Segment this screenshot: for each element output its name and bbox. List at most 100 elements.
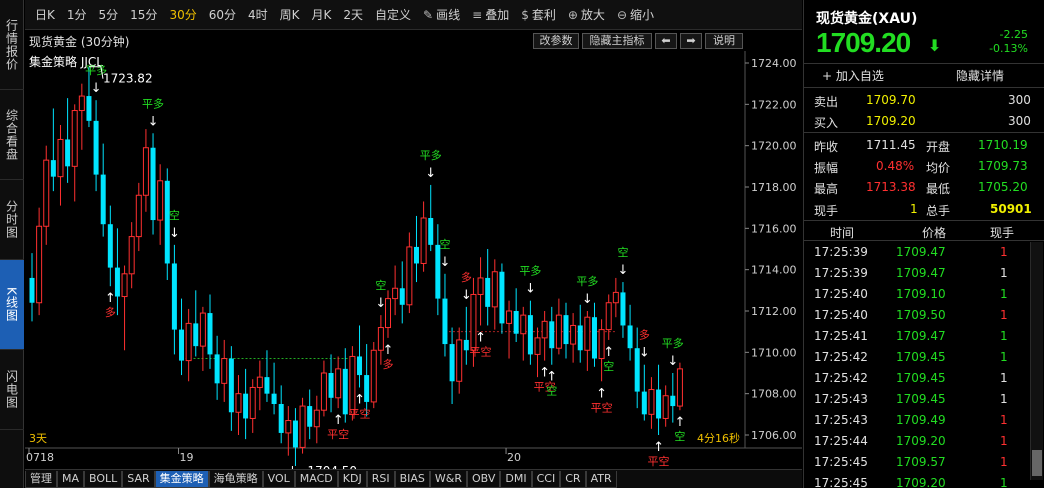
signal-label: 多	[639, 328, 650, 342]
ind-tab-sar[interactable]: SAR	[122, 470, 155, 488]
total-vol-label: 总手	[926, 204, 951, 218]
ind-tab-cr[interactable]: CR	[560, 470, 586, 488]
ind-tab-manage[interactable]: 管理	[25, 470, 57, 488]
y-tick-label: 1708.00	[751, 388, 797, 401]
tab-kline[interactable]: K线图	[0, 260, 24, 350]
ind-tab-rsi[interactable]: RSI	[366, 470, 395, 488]
candle-body	[142, 147, 149, 196]
scroll-left-button[interactable]: ⬅	[655, 33, 677, 49]
candle-body	[121, 273, 128, 298]
candle-body	[150, 147, 156, 221]
y-tick-label: 1710.00	[751, 346, 797, 359]
countdown-label: 4分16秒	[697, 432, 740, 445]
signal-label: 平多	[420, 148, 442, 162]
period-1min[interactable]: 1分	[67, 6, 87, 23]
candle-body	[491, 271, 498, 308]
candle-body	[605, 302, 612, 331]
candle-body	[285, 420, 292, 434]
candle-body	[278, 404, 284, 433]
period-4hour[interactable]: 4时	[248, 6, 268, 23]
ind-tab-jjcl[interactable]: 集金策略	[154, 470, 209, 488]
period-custom[interactable]: 自定义	[375, 6, 411, 23]
candle-body	[193, 323, 199, 347]
tick-row: 17:25:41 1709.47 1	[804, 326, 1044, 346]
period-15min[interactable]: 15分	[130, 6, 157, 23]
signal-arrow: ↓	[618, 263, 629, 278]
high-value: 1713.38	[866, 180, 916, 194]
hide-details-button[interactable]: 隐藏详情	[956, 67, 1004, 84]
tick-price: 1709.45	[896, 371, 946, 385]
ticks-vol-header: 现手	[990, 226, 1015, 240]
ind-tab-boll[interactable]: BOLL	[84, 470, 123, 488]
candle-body	[71, 110, 78, 167]
period-week[interactable]: 周K	[280, 6, 300, 23]
ind-tab-turtle[interactable]: 海龟策略	[208, 470, 263, 488]
candle-body	[406, 246, 413, 306]
tick-volume: 1	[1000, 392, 1008, 406]
zoom-in-button[interactable]: ⊕ 放大	[568, 6, 605, 23]
candle-body	[541, 320, 548, 339]
signal-label: 空	[546, 384, 557, 398]
candle-body	[648, 389, 655, 415]
draw-line-button[interactable]: ✎ 画线	[423, 6, 460, 23]
ind-tab-dmi[interactable]: DMI	[500, 470, 532, 488]
ind-tab-macd[interactable]: MACD	[294, 470, 338, 488]
avg-label: 均价	[926, 161, 951, 175]
zoom-in-icon: ⊕	[567, 7, 578, 22]
tick-time: 17:25:39	[814, 266, 868, 280]
signal-arrow: ↓	[461, 288, 472, 303]
quote-panel: 现货黄金(XAU) 1709.20 ⬇ -2.25 -0.13% + 加入自选 …	[803, 0, 1044, 488]
tab-flash[interactable]: 闪电图	[0, 350, 24, 430]
candle-body	[299, 405, 306, 448]
ticks-scrollbar[interactable]	[1030, 242, 1043, 480]
tab-overview[interactable]: 综合看盘	[0, 90, 24, 180]
buy-row: 买入 1709.20 300	[804, 111, 1044, 131]
arbitrage-button[interactable]: $ 套利	[521, 6, 556, 23]
candle-body	[107, 224, 113, 268]
tick-time: 17:25:42	[814, 350, 868, 364]
period-5min[interactable]: 5分	[99, 6, 119, 23]
zoom-out-button[interactable]: ⊖ 缩小	[617, 6, 654, 23]
candle-body	[392, 287, 399, 300]
ind-tab-ma[interactable]: MA	[57, 470, 85, 488]
candle-body	[620, 292, 626, 326]
tick-price: 1709.47	[896, 329, 946, 343]
divider	[804, 132, 1044, 133]
period-30min[interactable]: 30分	[169, 6, 196, 23]
signal-arrow: ↓	[169, 226, 180, 241]
overlay-button[interactable]: ≡ 叠加	[472, 6, 509, 23]
layers-icon: ≡	[472, 7, 483, 22]
ind-tab-vol[interactable]: VOL	[262, 470, 295, 488]
prevclose-open-row: 昨收 1711.45 开盘 1710.19	[804, 135, 1044, 155]
ind-tab-wr[interactable]: W&R	[429, 470, 467, 488]
candle-body	[534, 337, 541, 355]
ind-tab-obv[interactable]: OBV	[467, 470, 501, 488]
ind-tab-kdj[interactable]: KDJ	[337, 470, 367, 488]
candle-body	[320, 372, 327, 411]
ind-tab-atr[interactable]: ATR	[585, 470, 617, 488]
scroll-thumb[interactable]	[1032, 450, 1042, 476]
y-tick-label: 1722.00	[751, 98, 797, 111]
ind-tab-cci[interactable]: CCI	[531, 470, 561, 488]
candle-body	[513, 311, 519, 334]
signal-label: 空	[169, 208, 180, 222]
period-60min[interactable]: 60分	[209, 6, 236, 23]
candlestick-chart[interactable]: 平多↓↑多平多↓空↓↑平空↑平空空↓↑多平多↓空↓多↓↑平空平多↓↑平空↑空平多…	[25, 51, 802, 469]
period-2day[interactable]: 2天	[343, 6, 363, 23]
tick-row: 17:25:43 1709.49 1	[804, 410, 1044, 430]
period-day[interactable]: 日K	[35, 6, 55, 23]
tab-quotes[interactable]: 行情报价	[0, 0, 24, 90]
edit-params-button[interactable]: 改参数	[533, 33, 579, 49]
tab-timeshare[interactable]: 分时图	[0, 180, 24, 260]
tick-row: 17:25:40 1709.10 1	[804, 284, 1044, 304]
add-watchlist-button[interactable]: + 加入自选	[822, 67, 884, 84]
x-tick-label: 19	[180, 451, 194, 464]
period-month[interactable]: 月K	[312, 6, 332, 23]
tick-time: 17:25:41	[814, 329, 868, 343]
candle-body	[207, 313, 213, 355]
candle-body	[128, 236, 135, 275]
scroll-right-button[interactable]: ➡	[680, 33, 702, 49]
hide-main-indicator-button[interactable]: 隐藏主指标	[582, 33, 652, 49]
ind-tab-bias[interactable]: BIAS	[394, 470, 430, 488]
help-button[interactable]: 说明	[705, 33, 743, 49]
